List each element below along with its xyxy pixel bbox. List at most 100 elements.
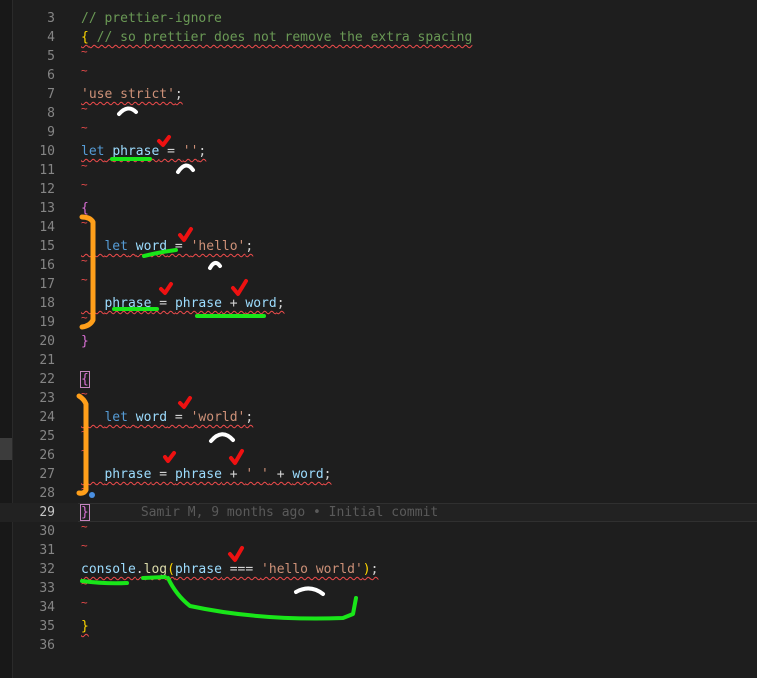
code-line[interactable]: 28 ~	[0, 482, 757, 503]
code-line[interactable]: 35}	[0, 617, 757, 636]
code-line[interactable]: 30 ~	[0, 520, 757, 541]
code-token: ;	[245, 410, 254, 425]
code-text[interactable]: let phrase = '';	[81, 142, 206, 161]
whitespace-error-marker: ~	[81, 520, 88, 533]
code-token: =	[159, 144, 183, 159]
line-number: 33	[39, 581, 55, 596]
code-text[interactable]: ~	[81, 64, 88, 85]
code-text[interactable]: console.log(phrase === 'hello world');	[81, 560, 378, 579]
code-token: phrase	[112, 144, 160, 159]
code-line[interactable]: 12 ~	[0, 178, 757, 199]
code-token: console	[81, 562, 136, 577]
code-text[interactable]: ~	[81, 178, 88, 199]
code-token: )	[362, 562, 371, 577]
code-line[interactable]: 11 ~	[0, 159, 757, 180]
code-line[interactable]: 9 ~	[0, 121, 757, 142]
line-number: 34	[39, 600, 55, 615]
code-text[interactable]: ~	[81, 273, 88, 294]
code-token: word	[135, 239, 168, 254]
code-text[interactable]: ~	[81, 216, 88, 237]
code-line[interactable]: 17 ~	[0, 273, 757, 294]
whitespace-error-marker: ~	[81, 539, 88, 552]
code-token: {	[81, 201, 89, 216]
code-text[interactable]: ~	[81, 539, 88, 560]
matched-bracket: {	[80, 371, 90, 388]
code-text[interactable]: ~	[81, 444, 88, 465]
code-line[interactable]: 3 // prettier-ignore	[0, 9, 757, 28]
code-line[interactable]: 4 { // so prettier does not remove the ex…	[0, 28, 757, 47]
code-line[interactable]: 23 ~	[0, 387, 757, 408]
code-text[interactable]: ~	[81, 387, 88, 408]
code-token: word	[135, 410, 168, 425]
code-editor[interactable]: 3 // prettier-ignore 4 { // so prettier doe…	[0, 0, 757, 678]
code-line[interactable]: 27 phrase = phrase + ' ' + word;	[0, 465, 757, 484]
code-token: ;	[245, 239, 254, 254]
code-line[interactable]: 24 let word = 'world';	[0, 408, 757, 427]
line-number: 5	[47, 49, 55, 64]
line-number: 14	[39, 220, 55, 235]
code-text[interactable]: ~	[81, 121, 88, 142]
code-line[interactable]: 19 ~	[0, 311, 757, 332]
line-number: 8	[47, 106, 55, 121]
code-token: }	[81, 619, 89, 634]
code-text[interactable]: }	[81, 332, 89, 351]
code-text[interactable]: { // so prettier does not remove the ext…	[81, 28, 472, 47]
code-line[interactable]: 7 'use strict';	[0, 85, 757, 104]
code-line[interactable]: 33 ~	[0, 577, 757, 598]
code-line[interactable]: 31 ~	[0, 539, 757, 560]
code-line[interactable]: 14 ~	[0, 216, 757, 237]
whitespace-error-marker: ~	[81, 596, 88, 609]
code-text[interactable]: phrase = phrase + ' ' + word;	[81, 465, 331, 484]
code-line[interactable]: 8 ~	[0, 102, 757, 123]
code-line[interactable]: 16 ~	[0, 254, 757, 275]
code-token: ;	[370, 562, 379, 577]
code-text[interactable]: ~	[81, 596, 88, 617]
whitespace-error-marker: ~	[81, 311, 88, 324]
code-line[interactable]: 5 ~	[0, 45, 757, 66]
code-line[interactable]: 32 console.log(phrase === 'hello world');	[0, 560, 757, 579]
code-line[interactable]: 20}	[0, 332, 757, 351]
code-text[interactable]: }	[81, 617, 89, 636]
code-token: word	[245, 296, 277, 311]
line-number: 28	[39, 486, 55, 501]
code-text[interactable]: 'use strict';	[81, 85, 183, 104]
code-text[interactable]: let word = 'world';	[81, 408, 253, 427]
code-text[interactable]: ~	[81, 311, 88, 332]
code-line[interactable]: 29 } Samir M, 9 months ago • Initial commi…	[0, 503, 757, 522]
code-line[interactable]: 36	[0, 636, 757, 655]
code-token: phrase	[174, 467, 222, 482]
code-text[interactable]: ~	[81, 482, 88, 503]
whitespace-error-marker: ~	[81, 387, 88, 400]
whitespace-error-marker: ~	[81, 102, 88, 115]
whitespace-error-marker: ~	[81, 121, 88, 134]
code-text[interactable]: let word = 'hello';	[81, 237, 253, 256]
code-line[interactable]: 6 ~	[0, 64, 757, 85]
code-line[interactable]: 18 phrase = phrase + word;	[0, 294, 757, 313]
code-text[interactable]: } Samir M, 9 months ago • Initial commit	[80, 503, 438, 522]
line-number: 36	[39, 638, 55, 653]
line-number: 22	[39, 372, 55, 387]
line-number: 7	[47, 87, 55, 102]
code-line[interactable]: 21	[0, 351, 757, 370]
code-token: ' '	[245, 467, 269, 482]
line-number: 29	[39, 505, 55, 520]
code-token: word	[292, 467, 324, 482]
line-number: 17	[39, 277, 55, 292]
code-text[interactable]: phrase = phrase + word;	[81, 294, 285, 313]
code-line[interactable]: 26 ~	[0, 444, 757, 465]
code-token: ;	[276, 296, 285, 311]
code-token: ''	[182, 144, 199, 159]
code-line[interactable]: 22 {	[0, 370, 757, 389]
line-number: 35	[39, 619, 55, 634]
code-line[interactable]: 25 ~	[0, 425, 757, 446]
code-line[interactable]: 15 let word = 'hello';	[0, 237, 757, 256]
line-number: 11	[39, 163, 55, 178]
whitespace-error-marker: ~	[81, 425, 88, 438]
code-text[interactable]: // prettier-ignore	[81, 9, 222, 28]
code-token: let	[81, 144, 105, 159]
code-line[interactable]: 10 let phrase = '';	[0, 142, 757, 161]
whitespace-error-marker: ~	[81, 444, 88, 457]
code-line[interactable]: 13 {	[0, 199, 757, 218]
code-line[interactable]: 34 ~	[0, 596, 757, 617]
